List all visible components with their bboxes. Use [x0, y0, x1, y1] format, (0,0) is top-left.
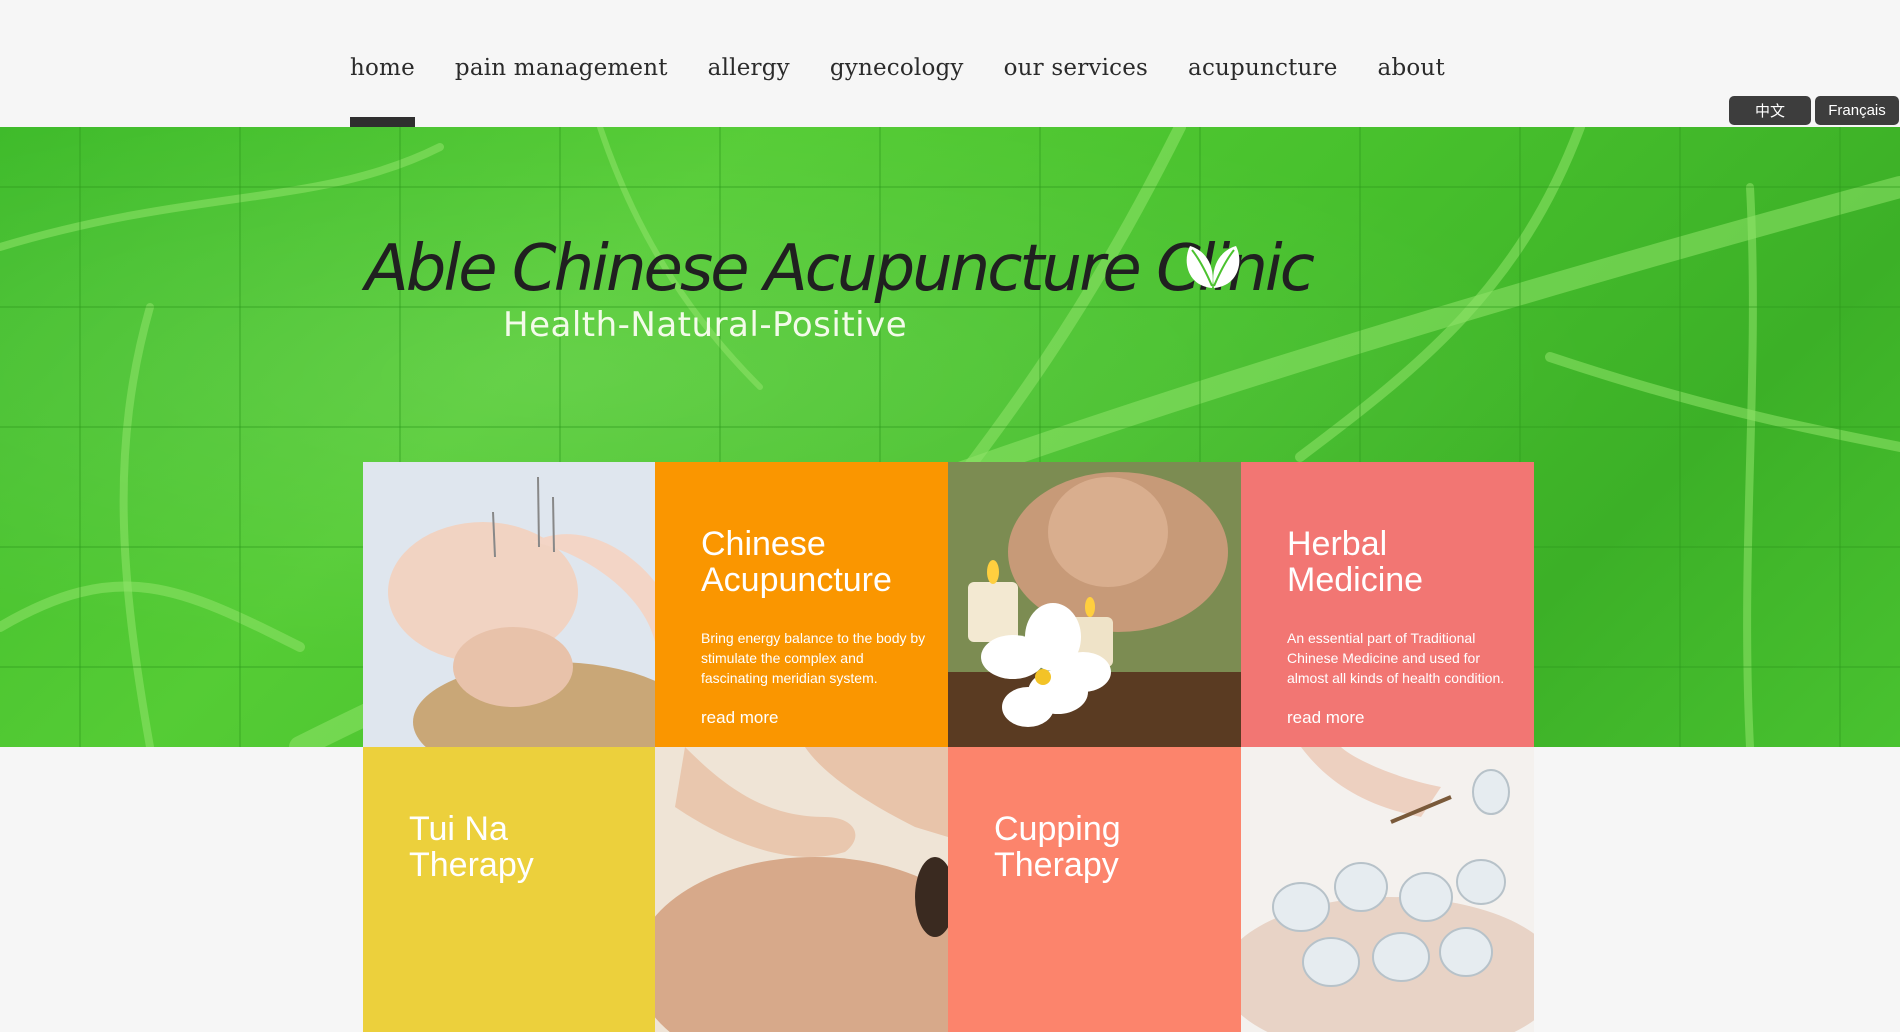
spa-flower-photo — [948, 462, 1241, 747]
nav-item-allergy[interactable]: allergy — [708, 55, 790, 81]
nav-item-about[interactable]: about — [1378, 55, 1445, 81]
massage-photo — [655, 747, 948, 1032]
tile-cupping-therapy[interactable]: Cupping Therapy — [948, 747, 1241, 1032]
clinic-tagline: Health-Natural-Positive — [503, 305, 908, 345]
read-more-link[interactable]: read more — [701, 708, 778, 728]
tile-title: Herbal Medicine — [1287, 526, 1514, 598]
nav-item-our-services[interactable]: our services — [1004, 55, 1148, 81]
tile-title-line1: Herbal — [1287, 525, 1388, 563]
tile-title-line2: Therapy — [409, 846, 534, 884]
tile-herbal-medicine[interactable]: Herbal Medicine An essential part of Tra… — [1241, 462, 1534, 747]
tile-tui-na-therapy[interactable]: Tui Na Therapy — [363, 747, 655, 1032]
tile-title-line2: Therapy — [994, 846, 1119, 884]
nav-item-home[interactable]: home — [350, 55, 415, 127]
nav-menu: home pain management allergy gynecology … — [350, 55, 1485, 127]
leaf-icon — [1186, 246, 1240, 288]
tile-title-line1: Cupping — [994, 810, 1121, 848]
tile-title: Chinese Acupuncture — [701, 526, 928, 598]
tile-description: Bring energy balance to the body by stim… — [701, 630, 926, 686]
service-tiles-grid: Chinese Acupuncture Bring energy balance… — [363, 462, 1534, 1032]
tile-title-line2: Medicine — [1287, 561, 1424, 599]
acupuncture-photo — [363, 462, 655, 747]
language-chinese-button[interactable]: 中文 — [1729, 96, 1811, 125]
tile-title-line1: Tui Na — [409, 810, 508, 848]
tile-title-line1: Chinese — [701, 525, 826, 563]
tile-title: Tui Na Therapy — [409, 811, 635, 883]
read-more-link[interactable]: read more — [1287, 708, 1364, 728]
tile-title: Cupping Therapy — [994, 811, 1221, 883]
top-navigation: home pain management allergy gynecology … — [0, 0, 1900, 127]
language-french-button[interactable]: Français — [1815, 96, 1899, 125]
nav-item-acupuncture[interactable]: acupuncture — [1188, 55, 1338, 81]
nav-item-pain-management[interactable]: pain management — [455, 55, 668, 81]
tile-title-line2: Acupuncture — [701, 561, 892, 599]
cupping-photo — [1241, 747, 1534, 1032]
nav-item-gynecology[interactable]: gynecology — [830, 55, 964, 81]
clinic-title: Able Chinese Acupuncture Clinic — [365, 232, 1315, 306]
tile-description: An essential part of Traditional Chinese… — [1287, 630, 1505, 686]
tile-chinese-acupuncture[interactable]: Chinese Acupuncture Bring energy balance… — [655, 462, 948, 747]
